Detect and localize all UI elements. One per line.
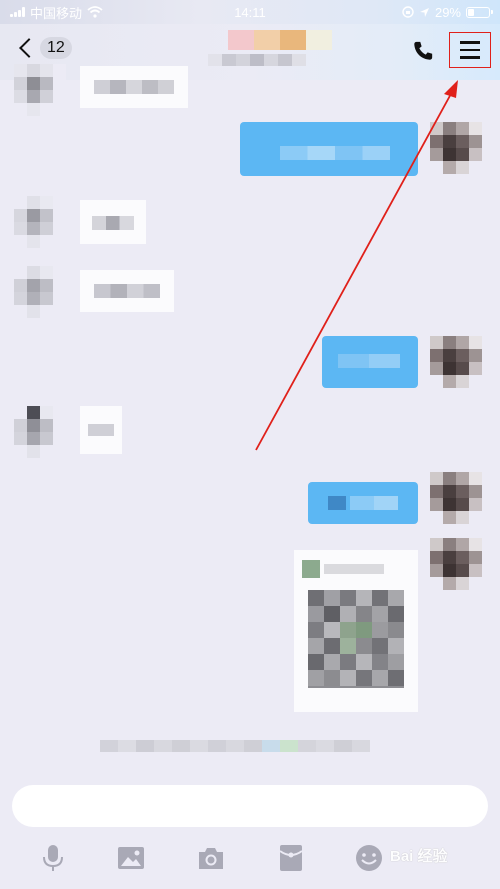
signal-icon	[10, 7, 25, 17]
chevron-left-icon	[19, 38, 39, 58]
image-header-text	[324, 564, 384, 574]
contact-avatar	[14, 406, 66, 458]
contact-avatar	[14, 266, 66, 318]
chat-header: 12	[0, 24, 500, 80]
message-text	[280, 146, 390, 160]
message-text	[350, 496, 398, 510]
my-avatar	[430, 472, 482, 524]
message-text	[94, 284, 160, 298]
image-icon[interactable]	[116, 843, 146, 873]
message-text	[88, 424, 114, 436]
microphone-icon[interactable]	[38, 843, 68, 873]
emoji-icon[interactable]	[354, 843, 384, 873]
my-avatar	[430, 122, 482, 174]
message-bubble-incoming[interactable]	[80, 200, 146, 244]
contact-avatar	[14, 64, 66, 116]
message-bubble-outgoing[interactable]	[240, 122, 418, 176]
message-bubble-incoming[interactable]	[80, 66, 188, 108]
status-bar: 中国移动 14:11 29%	[0, 0, 500, 24]
message-text	[94, 80, 174, 94]
carrier-label: 中国移动	[30, 5, 83, 21]
wifi-icon	[87, 6, 103, 18]
unread-count-badge: 12	[40, 37, 72, 59]
chat-title	[208, 30, 332, 66]
red-packet-icon[interactable]	[276, 843, 306, 873]
system-notice	[100, 740, 370, 752]
battery-fill	[468, 8, 474, 16]
qr-code-image	[308, 590, 404, 688]
chat-title-name	[208, 54, 332, 66]
message-input[interactable]	[12, 785, 488, 827]
phone-icon[interactable]	[412, 40, 434, 62]
orientation-lock-icon	[402, 6, 414, 18]
message-text	[92, 216, 134, 230]
camera-icon[interactable]	[196, 843, 226, 873]
message-bubble-incoming[interactable]	[80, 406, 122, 454]
image-header-icon	[302, 560, 320, 578]
message-text	[338, 354, 400, 368]
baidu-watermark: Bai 经验	[390, 845, 448, 866]
back-button[interactable]: 12	[16, 37, 72, 59]
battery-icon	[466, 6, 493, 18]
message-emoji	[328, 496, 346, 510]
message-bubble-incoming[interactable]	[80, 270, 174, 312]
location-arrow-icon	[419, 7, 429, 17]
contact-avatar	[14, 196, 66, 248]
my-avatar	[430, 336, 482, 388]
input-area: Bai 经验	[0, 775, 500, 889]
battery-percent: 29%	[434, 4, 461, 20]
group-avatars	[228, 30, 332, 50]
hamburger-menu-icon[interactable]	[449, 32, 491, 68]
message-image-qr-code[interactable]	[294, 550, 418, 712]
status-right: 29%	[402, 4, 493, 20]
my-avatar	[430, 538, 482, 590]
status-left: 中国移动	[10, 3, 103, 22]
message-bubble-outgoing[interactable]	[308, 482, 418, 524]
message-bubble-outgoing[interactable]	[322, 336, 418, 388]
status-time: 14:11	[234, 4, 266, 20]
message-list	[0, 64, 500, 780]
watermark-text: Bai 经验	[390, 848, 448, 865]
